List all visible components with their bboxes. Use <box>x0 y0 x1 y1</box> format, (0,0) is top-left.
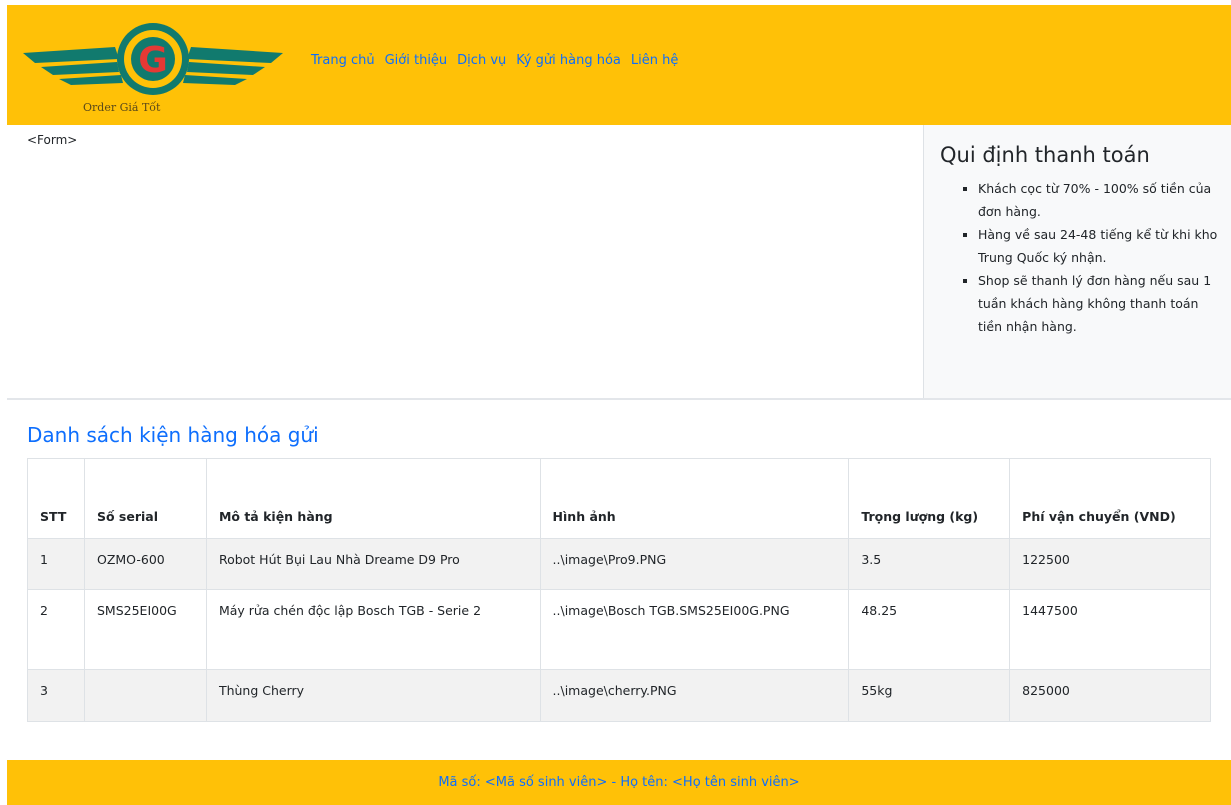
cell-shipping-fee: 1447500 <box>1009 589 1211 670</box>
cell-description: Máy rửa chén độc lập Bosch TGB - Serie 2 <box>205 589 541 670</box>
nav-contact-link[interactable]: Liên hệ <box>631 53 678 68</box>
logo[interactable]: G Order Giá Tốt <box>23 15 283 120</box>
col-description: Mô tả kiện hàng <box>205 458 541 539</box>
table-header-row: STT Số serial Mô tả kiện hàng Hình ảnh T… <box>27 458 1211 539</box>
col-serial: Số serial <box>83 458 207 539</box>
footer: Mã số: <Mã số sinh viên> - Họ tên: <Họ t… <box>7 760 1231 805</box>
nav-services-link[interactable]: Dịch vụ <box>457 53 506 68</box>
logo-text: Order Giá Tốt <box>83 101 161 114</box>
form-area: <Form> <box>7 125 924 399</box>
cell-serial <box>83 669 207 722</box>
packages-table: STT Số serial Mô tả kiện hàng Hình ảnh T… <box>27 458 1211 722</box>
table-row: 2 SMS25EI00G Máy rửa chén độc lập Bosch … <box>27 589 1211 670</box>
cell-weight: 3.5 <box>848 538 1011 590</box>
cell-weight: 48.25 <box>848 589 1011 670</box>
table-row: 1 OZMO-600 Robot Hút Bụi Lau Nhà Dreame … <box>27 538 1211 590</box>
rule-item: Khách cọc từ 70% - 100% số tiền của đơn … <box>978 177 1218 223</box>
cell-weight: 55kg <box>848 669 1011 722</box>
packages-title: Danh sách kiện hàng hóa gửi <box>27 423 319 447</box>
cell-shipping-fee: 122500 <box>1009 538 1211 590</box>
cell-stt: 3 <box>27 669 85 722</box>
cell-image: ..\image\Bosch TGB.SMS25EI00G.PNG <box>539 589 850 670</box>
cell-description: Robot Hút Bụi Lau Nhà Dreame D9 Pro <box>205 538 541 590</box>
sidebar-title: Qui định thanh toán <box>940 143 1150 167</box>
main-row: <Form> Qui định thanh toán Khách cọc từ … <box>7 125 1231 400</box>
cell-image: ..\image\cherry.PNG <box>539 669 850 722</box>
nav-consign-link[interactable]: Ký gửi hàng hóa <box>516 53 621 68</box>
main-nav: Trang chủ Giới thiệu Dịch vụ Ký gửi hàng… <box>311 53 678 68</box>
rules-list: Khách cọc từ 70% - 100% số tiền của đơn … <box>938 177 1218 338</box>
cell-stt: 2 <box>27 589 85 670</box>
page: G Order Giá Tốt Trang chủ Giới thiệu Dịc… <box>7 5 1231 805</box>
cell-serial: OZMO-600 <box>83 538 207 590</box>
section-divider <box>7 398 1231 400</box>
col-image: Hình ảnh <box>539 458 850 539</box>
rule-item: Hàng về sau 24-48 tiếng kể từ khi kho Tr… <box>978 223 1218 269</box>
nav-about-link[interactable]: Giới thiệu <box>385 53 448 68</box>
logo-letter: G <box>138 40 168 81</box>
cell-image: ..\image\Pro9.PNG <box>539 538 850 590</box>
footer-text: Mã số: <Mã số sinh viên> - Họ tên: <Họ t… <box>438 775 800 790</box>
cell-shipping-fee: 825000 <box>1009 669 1211 722</box>
header: G Order Giá Tốt Trang chủ Giới thiệu Dịc… <box>7 5 1231 125</box>
rule-item: Shop sẽ thanh lý đơn hàng nếu sau 1 tuần… <box>978 269 1218 338</box>
table-row: 3 Thùng Cherry ..\image\cherry.PNG 55kg … <box>27 669 1211 722</box>
nav-home-link[interactable]: Trang chủ <box>311 53 375 68</box>
cell-description: Thùng Cherry <box>205 669 541 722</box>
col-shipping-fee: Phí vận chuyển (VND) <box>1009 458 1211 539</box>
form-placeholder: <Form> <box>27 133 78 147</box>
cell-stt: 1 <box>27 538 85 590</box>
cell-serial: SMS25EI00G <box>83 589 207 670</box>
col-weight: Trọng lượng (kg) <box>848 458 1011 539</box>
payment-rules-sidebar: Qui định thanh toán Khách cọc từ 70% - 1… <box>924 125 1231 399</box>
col-stt: STT <box>27 458 85 539</box>
